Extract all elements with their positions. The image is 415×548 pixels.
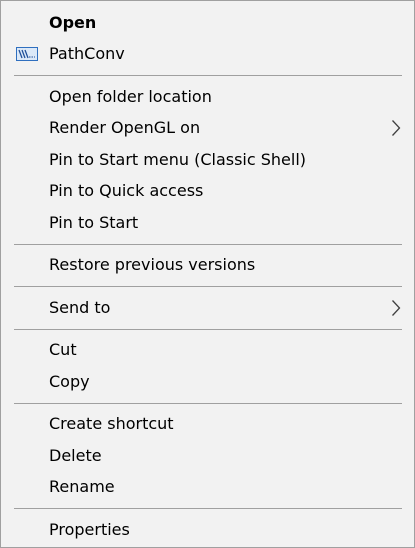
menu-item-label: Pin to Start xyxy=(49,212,139,232)
context-menu: Open PathConv Open folder location Rende… xyxy=(0,0,415,548)
menu-item-create-shortcut[interactable]: Create shortcut xyxy=(1,409,414,441)
menu-item-label: Delete xyxy=(49,445,102,465)
menu-item-cut[interactable]: Cut xyxy=(1,335,414,367)
menu-item-pin-classic-shell[interactable]: Pin to Start menu (Classic Shell) xyxy=(1,144,414,176)
chevron-right-icon xyxy=(392,299,401,316)
menu-item-label: Copy xyxy=(49,371,90,391)
menu-item-pin-to-start[interactable]: Pin to Start xyxy=(1,207,414,239)
menu-item-pathconv[interactable]: PathConv xyxy=(1,39,414,71)
menu-separator xyxy=(14,243,402,245)
menu-item-properties[interactable]: Properties xyxy=(1,514,414,546)
menu-separator xyxy=(14,328,402,330)
menu-item-label: Properties xyxy=(49,519,130,539)
menu-item-label: Cut xyxy=(49,340,77,360)
menu-separator xyxy=(14,75,402,76)
menu-item-render-opengl-on[interactable]: Render OpenGL on xyxy=(1,113,414,145)
menu-item-copy[interactable]: Copy xyxy=(1,366,414,398)
menu-item-label: Open folder location xyxy=(49,86,212,106)
menu-item-send-to[interactable]: Send to xyxy=(1,292,414,324)
menu-item-pin-quick-access[interactable]: Pin to Quick access xyxy=(1,176,414,208)
menu-item-label: Pin to Quick access xyxy=(49,181,204,201)
menu-item-label: Send to xyxy=(49,297,111,317)
menu-separator xyxy=(14,286,402,287)
menu-item-restore-previous-versions[interactable]: Restore previous versions xyxy=(1,250,414,282)
menu-item-label: Pin to Start menu (Classic Shell) xyxy=(49,149,307,169)
menu-item-label: Render OpenGL on xyxy=(49,118,201,138)
menu-separator xyxy=(14,508,402,509)
menu-item-open-folder-location[interactable]: Open folder location xyxy=(1,81,414,113)
menu-item-label: Open xyxy=(49,12,97,32)
menu-item-rename[interactable]: Rename xyxy=(1,472,414,504)
pathconv-app-icon xyxy=(16,47,38,62)
menu-item-label: PathConv xyxy=(49,44,125,64)
chevron-right-icon xyxy=(392,120,401,137)
menu-item-label: Create shortcut xyxy=(49,414,174,434)
menu-item-open[interactable]: Open xyxy=(1,7,414,39)
menu-item-delete[interactable]: Delete xyxy=(1,440,414,472)
menu-item-label: Restore previous versions xyxy=(49,255,256,275)
menu-item-label: Rename xyxy=(49,477,115,497)
menu-separator xyxy=(14,402,402,404)
